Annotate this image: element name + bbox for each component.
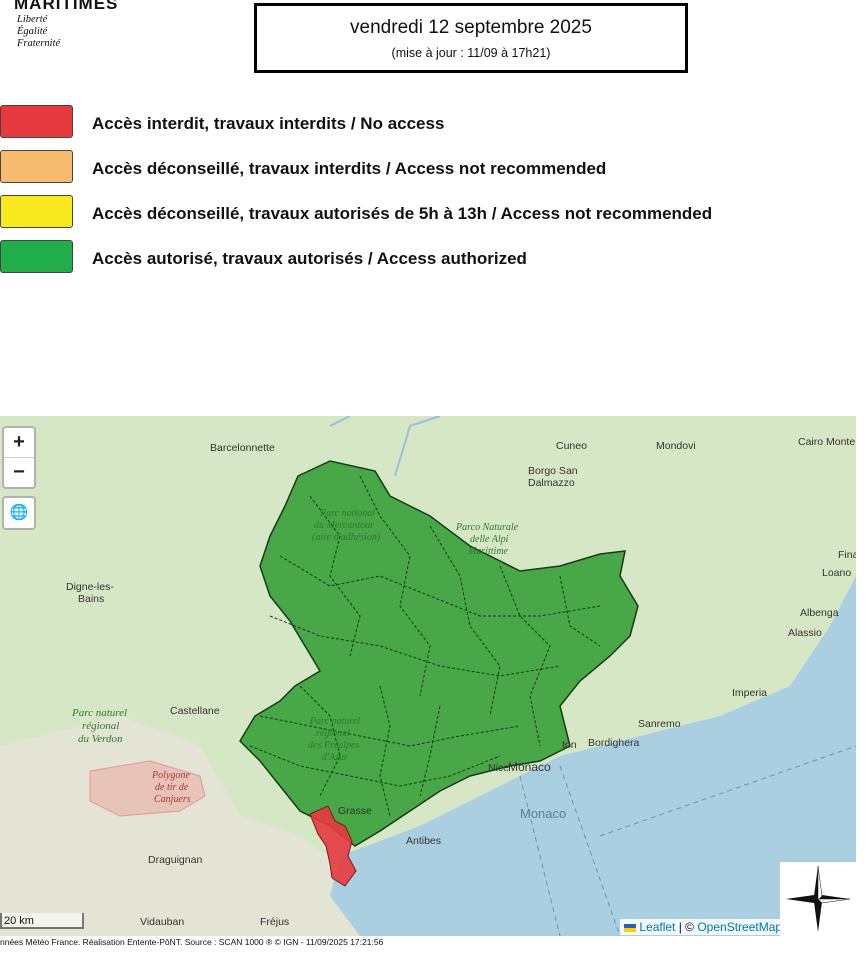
zoom-out-button[interactable]: − [4, 457, 34, 487]
place-label: ton [562, 739, 577, 751]
place-label: Bains [78, 593, 104, 605]
park-label: des Préalpes [308, 740, 359, 751]
place-label: Grasse [338, 805, 372, 817]
place-label: Castellane [170, 705, 220, 717]
place-label: Alassio [788, 627, 822, 639]
map-canvas[interactable]: Barcelonnette Cuneo Mondovi Cairo Monte … [0, 416, 856, 936]
legend-swatch-orange [0, 150, 73, 183]
leaflet-link[interactable]: Leaflet [639, 920, 675, 934]
park-label: d'Azur [322, 752, 348, 763]
place-label: Nice [488, 762, 509, 774]
motto-fraternite: Fraternité [17, 38, 61, 49]
map-view[interactable]: Barcelonnette Cuneo Mondovi Cairo Monte … [0, 416, 856, 936]
place-label: Dalmazzo [528, 477, 575, 489]
attribution-separator: | © [675, 920, 698, 934]
legend-swatch-red [0, 105, 73, 138]
zoom-control: + − [2, 426, 36, 489]
place-label: Cairo Monte [798, 436, 855, 448]
place-label: Cuneo [556, 440, 587, 452]
place-label: Antibes [406, 835, 441, 847]
motto-liberte: Liberté [17, 14, 48, 25]
place-label: Loano [822, 567, 851, 579]
osm-link[interactable]: OpenStreetMap [697, 920, 782, 934]
globe-icon[interactable]: 🌐 [2, 496, 36, 530]
compass-rose-icon [780, 862, 856, 936]
park-label: régional [316, 728, 350, 739]
place-label: Fréjus [260, 916, 289, 928]
map-attribution: Leaflet | © OpenStreetMap [620, 919, 787, 935]
ukraine-flag-icon [624, 923, 636, 932]
park-label: Marittime [467, 546, 509, 557]
legend-swatch-yellow [0, 195, 73, 228]
place-label: Fina [838, 549, 856, 561]
place-label: Bordighera [588, 737, 640, 749]
park-label: du Mercantour [314, 520, 374, 531]
park-label: régional [82, 720, 119, 732]
legend-swatch-green [0, 240, 73, 273]
legend-label: Accès interdit, travaux interdits / No a… [92, 114, 445, 133]
update-time: (mise à jour : 11/09 à 17h21) [391, 46, 551, 60]
sea-label: Monaco [520, 806, 566, 821]
place-label: Albenga [800, 607, 839, 619]
park-label: delle Alpi [470, 534, 509, 545]
park-label: Canjuers [154, 794, 191, 805]
scale-bar: 20 km [0, 913, 84, 929]
place-label: Imperia [732, 687, 767, 699]
place-label: Mondovi [656, 440, 696, 452]
department-name: MARITIMES [14, 0, 119, 13]
park-label: du Verdon [78, 733, 123, 745]
place-label: Borgo San [528, 465, 578, 477]
source-footer: nnées Météo France. Réalisation Entente-… [0, 937, 384, 947]
park-label: Parc naturel [309, 716, 360, 727]
park-label: (aire d'adhésion) [312, 532, 381, 543]
park-label: Polygone [151, 770, 190, 781]
legend-label: Accès déconseillé, travaux interdits / A… [92, 159, 607, 178]
place-label: Sanremo [638, 718, 681, 730]
park-label: Parc national [319, 508, 375, 519]
place-label: Vidauban [140, 916, 184, 928]
place-label: Barcelonnette [210, 442, 275, 454]
date-title: vendredi 12 septembre 2025 [350, 17, 592, 38]
date-box: vendredi 12 septembre 2025 (mise à jour … [254, 3, 688, 73]
motto-egalite: Égalité [17, 26, 48, 37]
park-label: de tir de [155, 782, 189, 793]
legend-label: Accès déconseillé, travaux autorisés de … [92, 204, 713, 223]
place-label: Draguignan [148, 854, 202, 866]
park-label: Parc naturel [71, 707, 127, 719]
prefecture-logo: MARITIMES Liberté Égalité Fraternité [14, 0, 118, 50]
place-label: Digne-les- [66, 581, 114, 593]
legend-label: Accès autorisé, travaux autorisés / Acce… [92, 249, 527, 268]
park-label: Parco Naturale [455, 522, 519, 533]
place-label: Monaco [508, 760, 551, 774]
zoom-in-button[interactable]: + [4, 428, 34, 457]
